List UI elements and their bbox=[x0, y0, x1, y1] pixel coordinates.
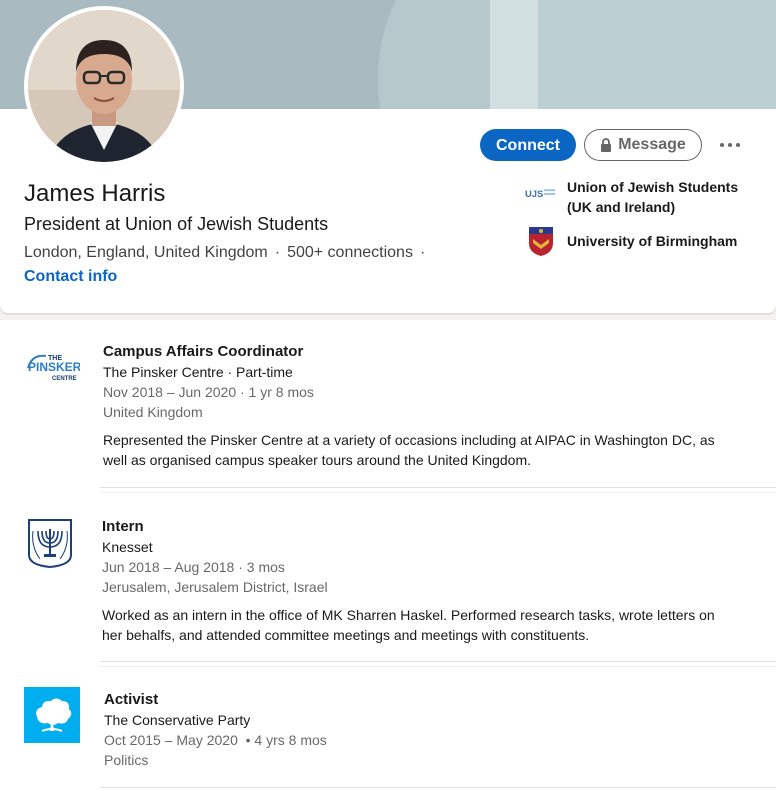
conservative-tree-logo-icon bbox=[24, 687, 80, 748]
message-label: Message bbox=[618, 136, 686, 153]
divider bbox=[100, 666, 776, 667]
more-icon[interactable] bbox=[712, 137, 748, 153]
job-location: Politics bbox=[104, 752, 149, 768]
university-crest-icon bbox=[525, 225, 557, 257]
avatar[interactable] bbox=[24, 6, 184, 166]
svg-text:UJS: UJS bbox=[525, 188, 543, 199]
lock-icon bbox=[601, 138, 612, 152]
job-title: Activist bbox=[104, 691, 159, 708]
connect-button[interactable]: Connect bbox=[480, 129, 576, 161]
experience-section: THE PINSKER CENTRE Campus Affairs Coordi… bbox=[0, 320, 776, 791]
svg-text:PINSKER: PINSKER bbox=[28, 360, 80, 374]
job-location: United Kingdom bbox=[103, 404, 203, 420]
divider bbox=[100, 787, 776, 788]
message-button[interactable]: Message bbox=[584, 129, 702, 161]
profile-headline: President at Union of Jewish Students bbox=[24, 214, 329, 234]
job-title: Campus Affairs Coordinator bbox=[103, 343, 304, 360]
job-dates: Jun 2018 – Aug 2018 · 3 mos bbox=[102, 559, 285, 575]
divider bbox=[100, 492, 776, 493]
ujs-logo-icon: UJS bbox=[525, 177, 557, 209]
contact-info-link[interactable]: Contact info bbox=[24, 268, 117, 286]
profile-location: London, England, United Kingdom bbox=[24, 244, 268, 261]
job-dates: Nov 2018 – Jun 2020 · 1 yr 8 mos bbox=[103, 384, 314, 400]
connections-count[interactable]: 500+ connections bbox=[287, 244, 413, 261]
experience-body: Activist The Conservative Party Oct 2015… bbox=[104, 690, 724, 770]
profile-card: Connect Message James Harris President a… bbox=[0, 0, 776, 313]
experience-body: Campus Affairs Coordinator The Pinsker C… bbox=[103, 342, 723, 470]
knesset-emblem-icon bbox=[26, 517, 74, 574]
org-name: Union of Jewish Students (UK and Ireland… bbox=[567, 179, 739, 215]
job-description: Represented the Pinsker Centre at a vari… bbox=[103, 432, 715, 468]
job-company: Knesset bbox=[102, 539, 153, 555]
profile-name: James Harris bbox=[24, 180, 166, 207]
job-company: The Conservative Party bbox=[104, 712, 251, 728]
job-company: The Pinsker Centre · Part-time bbox=[103, 364, 293, 380]
org-ujs[interactable]: UJS Union of Jewish Students (UK and Ire… bbox=[525, 177, 747, 217]
job-title: Intern bbox=[102, 518, 144, 535]
experience-body: Intern Knesset Jun 2018 – Aug 2018 · 3 m… bbox=[102, 517, 722, 645]
divider bbox=[100, 661, 776, 662]
org-name: University of Birmingham bbox=[567, 233, 738, 249]
svg-text:CENTRE: CENTRE bbox=[52, 376, 77, 382]
job-dates: Oct 2015 – May 2020 • 4 yrs 8 mos bbox=[104, 732, 327, 748]
divider bbox=[100, 487, 776, 488]
pinsker-centre-logo-icon: THE PINSKER CENTRE bbox=[24, 350, 82, 389]
profile-meta: London, England, United Kingdom · 500+ con… bbox=[24, 244, 426, 261]
job-description: Worked as an intern in the office of MK … bbox=[102, 607, 715, 643]
job-location: Jerusalem, Jerusalem District, Israel bbox=[102, 579, 328, 595]
org-birmingham[interactable]: University of Birmingham bbox=[525, 225, 747, 257]
